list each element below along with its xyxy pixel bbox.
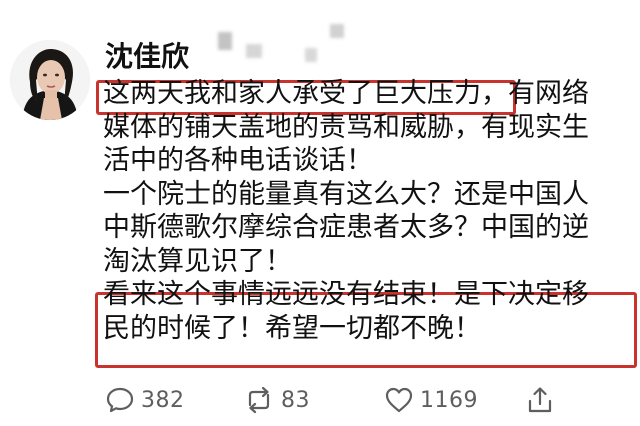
post-line: 中斯德歌尔摩综合症患者太多？中国的逆	[100, 211, 635, 245]
blurred-mark	[305, 48, 317, 62]
weibo-post-card: 沈佳欣 这两天我和家人承受了巨大压力，有网络 媒体的铺天盖地的责骂和威胁，有现实…	[0, 0, 640, 426]
blurred-mark	[218, 32, 232, 50]
repost-button[interactable]: 83	[243, 382, 310, 418]
post-line: 看来这个事情远远没有结束！是下决定移	[100, 278, 635, 312]
like-count: 1169	[420, 387, 478, 413]
post-text: 一个院士的能量真有这么大？还是中国人	[103, 178, 589, 210]
post-text: 媒体的铺天盖地的责骂和威胁，有现实生	[103, 111, 589, 143]
action-bar: 382 83 1169	[100, 382, 630, 418]
post-text: 活中的各种电话谈话！	[103, 145, 373, 176]
comment-button[interactable]: 382	[105, 382, 185, 418]
heart-icon	[384, 385, 414, 415]
like-button[interactable]: 1169	[384, 382, 478, 418]
highlighted-text: 民的时候了！希望一切都不晚！	[103, 312, 481, 344]
post-line: 这两天我和家人承受了巨大压力，有网络	[100, 77, 635, 111]
author-name[interactable]: 沈佳欣	[105, 41, 189, 73]
comment-icon	[105, 385, 135, 415]
post-line: 民的时候了！希望一切都不晚！	[100, 312, 635, 346]
post-line: 媒体的铺天盖地的责骂和威胁，有现实生	[100, 111, 635, 145]
post-text: 淘汰算见识了！	[103, 245, 292, 277]
post-body: 这两天我和家人承受了巨大压力，有网络 媒体的铺天盖地的责骂和威胁，有现实生 活中…	[100, 77, 635, 345]
post-text: 中斯德歌尔摩综合症患者太多？中国的逆	[103, 212, 589, 243]
post-line: 一个院士的能量真有这么大？还是中国人	[100, 178, 635, 212]
comment-count: 382	[141, 387, 185, 413]
blurred-mark	[246, 44, 262, 58]
post-line: 活中的各种电话谈话！	[100, 144, 635, 178]
post-line: 淘汰算见识了！	[100, 245, 635, 279]
highlighted-text: 这两天我和家人承受了巨大压力	[103, 78, 481, 109]
avatar-photo-icon	[10, 40, 90, 120]
share-icon	[525, 385, 555, 415]
post-text: ，有网络	[481, 78, 589, 109]
blurred-mark	[330, 24, 344, 38]
avatar[interactable]	[10, 40, 90, 120]
share-button[interactable]	[525, 382, 555, 418]
repost-icon	[243, 385, 275, 415]
repost-count: 83	[281, 387, 310, 413]
highlighted-text: 看来这个事情远远没有结束！是下决定移	[103, 279, 589, 310]
